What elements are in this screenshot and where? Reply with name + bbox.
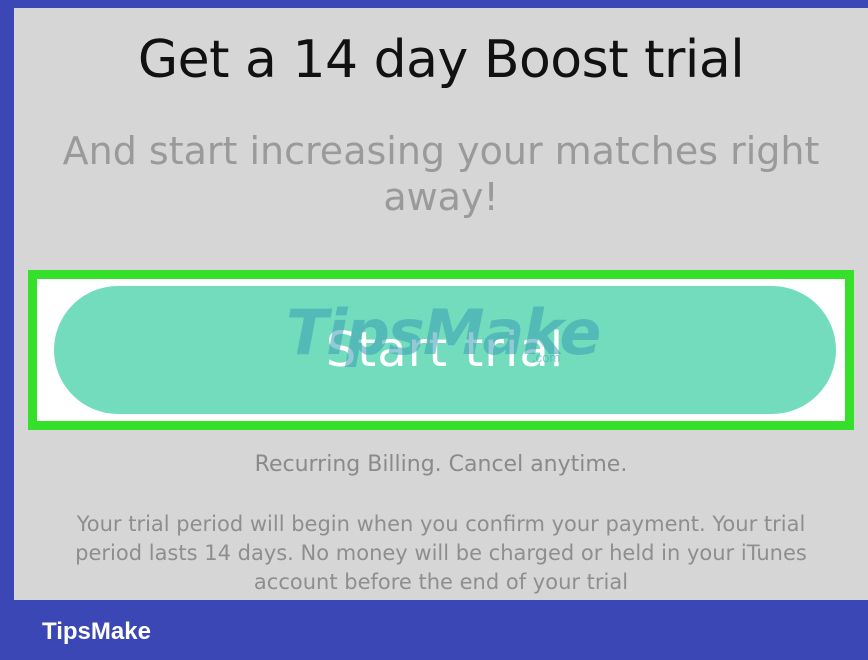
billing-note: Recurring Billing. Cancel anytime. xyxy=(254,452,628,477)
start-trial-label: Start trial xyxy=(325,322,565,378)
page-frame: Get a 14 day Boost trial And start incre… xyxy=(0,0,868,660)
trial-terms: Your trial period will begin when you co… xyxy=(75,512,807,594)
brand-logo: TipsMake xyxy=(42,618,151,645)
footer-bar: TipsMake xyxy=(0,600,868,660)
start-trial-button[interactable]: Start trial xyxy=(54,286,836,414)
page-subtitle: And start increasing your matches right … xyxy=(62,129,820,219)
page-title: Get a 14 day Boost trial xyxy=(137,30,745,90)
app-screen: Get a 14 day Boost trial And start incre… xyxy=(14,8,868,600)
